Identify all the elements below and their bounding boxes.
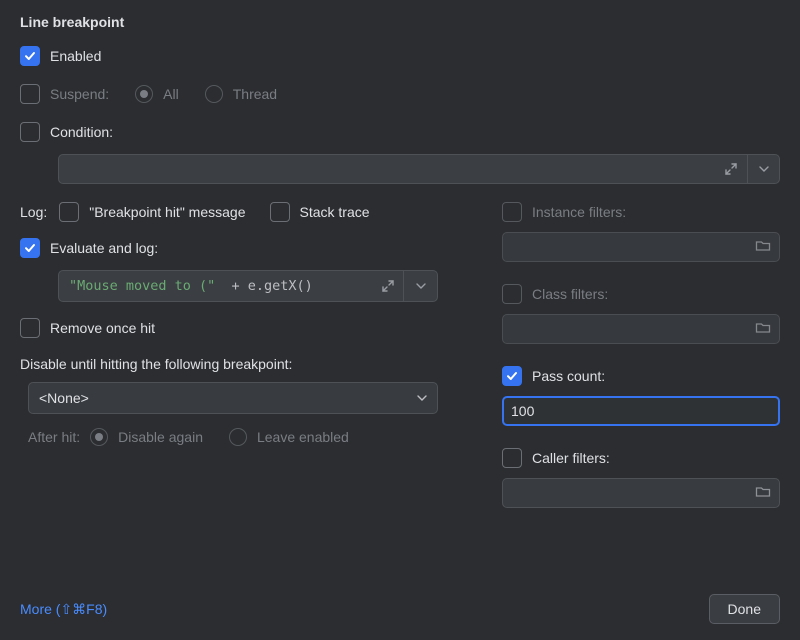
folder-icon[interactable]: [755, 321, 771, 338]
instance-filters-checkbox[interactable]: [502, 202, 522, 222]
suspend-checkbox[interactable]: [20, 84, 40, 104]
log-stack-trace-label: Stack trace: [300, 204, 370, 220]
condition-input-wrap: [58, 154, 780, 184]
evaluate-log-input-wrap: "Mouse moved to (" + e.getX(): [58, 270, 438, 302]
log-breakpoint-hit-label: "Breakpoint hit" message: [89, 204, 245, 220]
disable-until-select[interactable]: <None>: [28, 382, 438, 414]
chevron-down-icon: [417, 393, 427, 403]
done-button[interactable]: Done: [709, 594, 780, 624]
condition-label: Condition:: [50, 124, 113, 140]
log-breakpoint-hit-checkbox[interactable]: [59, 202, 79, 222]
after-hit-label: After hit:: [28, 429, 80, 445]
more-link[interactable]: More (⇧⌘F8): [20, 601, 107, 618]
class-filters-input[interactable]: [502, 314, 780, 344]
enabled-checkbox[interactable]: [20, 46, 40, 66]
right-column: Instance filters: Class filters:: [502, 202, 780, 530]
after-hit-leave-enabled-label: Leave enabled: [257, 429, 349, 445]
folder-icon[interactable]: [755, 485, 771, 502]
instance-filters-input[interactable]: [502, 232, 780, 262]
condition-input[interactable]: [59, 155, 715, 183]
chevron-down-icon[interactable]: [747, 155, 779, 183]
log-label: Log:: [20, 204, 47, 220]
disable-until-label: Disable until hitting the following brea…: [20, 356, 470, 372]
suspend-all-label: All: [163, 86, 179, 102]
breakpoint-settings-panel: Line breakpoint Enabled Suspend: All Thr…: [0, 0, 800, 640]
log-stack-trace-checkbox[interactable]: [270, 202, 290, 222]
chevron-down-icon[interactable]: [403, 271, 437, 301]
suspend-thread-radio[interactable]: [205, 85, 223, 103]
enabled-label: Enabled: [50, 48, 101, 64]
panel-title: Line breakpoint: [20, 14, 780, 30]
pass-count-input[interactable]: 100: [502, 396, 780, 426]
evaluate-log-checkbox[interactable]: [20, 238, 40, 258]
suspend-all-radio[interactable]: [135, 85, 153, 103]
after-hit-disable-again-radio[interactable]: [90, 428, 108, 446]
class-filters-checkbox[interactable]: [502, 284, 522, 304]
remove-once-hit-label: Remove once hit: [50, 320, 155, 336]
pass-count-label: Pass count:: [532, 368, 605, 384]
class-filters-label: Class filters:: [532, 286, 608, 302]
caller-filters-label: Caller filters:: [532, 450, 610, 466]
after-hit-leave-enabled-radio[interactable]: [229, 428, 247, 446]
left-column: Log: "Breakpoint hit" message Stack trac…: [20, 202, 470, 530]
pass-count-value: 100: [511, 403, 534, 419]
suspend-thread-label: Thread: [233, 86, 277, 102]
caller-filters-checkbox[interactable]: [502, 448, 522, 468]
code-expression: + e.getX(): [231, 278, 312, 294]
remove-once-hit-checkbox[interactable]: [20, 318, 40, 338]
pass-count-checkbox[interactable]: [502, 366, 522, 386]
suspend-label: Suspend:: [50, 86, 109, 102]
evaluate-log-code-input[interactable]: "Mouse moved to (" + e.getX(): [59, 271, 373, 301]
instance-filters-label: Instance filters:: [532, 204, 626, 220]
caller-filters-input[interactable]: [502, 478, 780, 508]
expand-icon[interactable]: [715, 155, 747, 183]
code-string-literal: "Mouse moved to (": [69, 278, 215, 294]
after-hit-disable-again-label: Disable again: [118, 429, 203, 445]
expand-icon[interactable]: [373, 271, 403, 301]
code-operator: [215, 278, 231, 294]
disable-until-value: <None>: [39, 390, 89, 406]
condition-checkbox[interactable]: [20, 122, 40, 142]
evaluate-log-label: Evaluate and log:: [50, 240, 158, 256]
folder-icon[interactable]: [755, 239, 771, 256]
